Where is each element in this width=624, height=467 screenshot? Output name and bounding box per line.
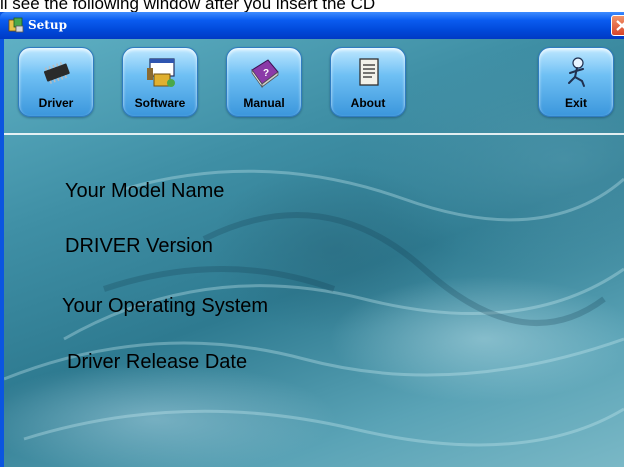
software-button-label: Software <box>134 96 186 110</box>
driver-button-label: Driver <box>38 96 74 110</box>
operating-system-text: Your Operating System <box>62 295 269 317</box>
about-button-label: About <box>350 96 386 110</box>
setup-window: Setup Driver Software ? Manual About Exi… <box>0 12 624 467</box>
setup-app-icon <box>8 17 24 33</box>
close-button[interactable] <box>611 15 624 36</box>
chip-icon <box>43 61 70 84</box>
window-title: Setup <box>28 18 67 32</box>
driver-button[interactable]: Driver <box>18 47 94 117</box>
about-button[interactable]: About <box>330 47 406 117</box>
manual-button-label: Manual <box>243 96 285 110</box>
book-icon: ? <box>251 59 279 89</box>
close-icon <box>616 20 624 31</box>
title-bar[interactable]: Setup <box>0 12 624 39</box>
manual-button[interactable]: ? Manual <box>226 47 302 117</box>
model-name-text: Your Model Name <box>65 180 225 202</box>
notepad-icon <box>359 58 379 86</box>
release-date-text: Driver Release Date <box>67 351 248 373</box>
driver-version-text: DRIVER Version <box>65 235 213 257</box>
software-button[interactable]: Software <box>122 47 198 117</box>
client-area: Driver Software ? Manual About Exit Your… <box>4 39 624 467</box>
exit-button[interactable]: Exit <box>538 47 614 117</box>
software-icon <box>147 58 175 87</box>
svg-text:?: ? <box>263 68 269 79</box>
running-man-icon <box>568 57 585 87</box>
exit-button-label: Exit <box>564 96 587 110</box>
toolbar-divider <box>4 133 624 135</box>
